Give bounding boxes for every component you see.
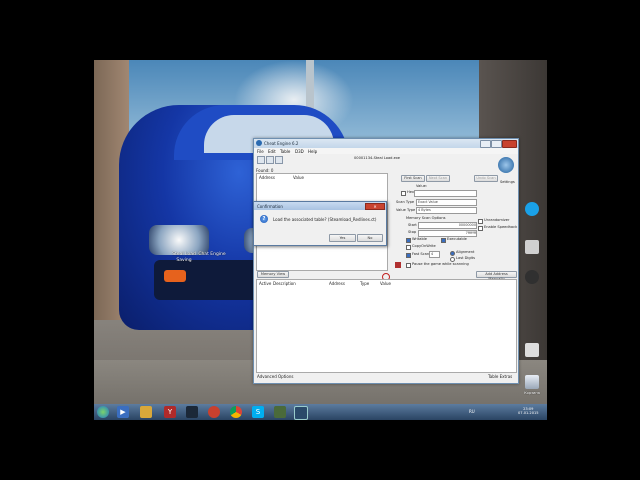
column-active[interactable]: Active	[259, 281, 271, 286]
pause-game-label: Pause the game while scanning	[412, 262, 469, 266]
value-input[interactable]	[414, 190, 477, 197]
menu-edit[interactable]: Edit	[268, 149, 276, 154]
app-icon[interactable]	[208, 406, 220, 418]
cheat-engine-icon	[256, 140, 262, 146]
copyonwrite-checkbox[interactable]	[406, 245, 411, 250]
advanced-options-link[interactable]: Advanced Options	[257, 374, 293, 379]
alignment-label: Alignment	[456, 250, 475, 254]
column-description[interactable]: Description	[273, 281, 296, 286]
cheat-engine-taskbar-icon[interactable]	[294, 406, 308, 420]
writable-checkbox[interactable]	[406, 238, 411, 243]
cheat-engine-window: Cheat Engine 6.2 File Edit Table D3D Hel…	[253, 138, 519, 384]
chrome-icon[interactable]	[230, 406, 242, 418]
open-process-icon[interactable]	[257, 156, 265, 164]
fast-scan-input[interactable]: 4	[429, 251, 440, 258]
recycle-bin-label: Корзина	[524, 391, 540, 395]
column-type[interactable]: Type	[360, 281, 369, 286]
copyonwrite-label: CopyOnWrite	[412, 244, 436, 248]
unrandomizer-label: Unrandomizer	[484, 218, 510, 222]
memory-view-button[interactable]: Memory View	[257, 271, 289, 278]
skype-desktop-icon[interactable]	[525, 202, 539, 216]
scan-type-label: Scan Type	[396, 200, 415, 204]
pause-game-checkbox[interactable]	[406, 263, 411, 268]
writable-label: Writable	[412, 237, 427, 241]
dialog-close-button[interactable]: ✕	[365, 203, 385, 210]
steam-icon[interactable]	[186, 406, 198, 418]
desktop-shortcut-label[interactable]: Steal Load	[172, 252, 196, 257]
dialog-message: Load the associated table? (Steamload_Re…	[273, 217, 377, 222]
explorer-icon[interactable]	[140, 406, 152, 418]
menu-table[interactable]: Table	[280, 149, 290, 154]
settings-label[interactable]: Settings	[500, 180, 515, 184]
stop-address-input[interactable]: 7fffffff	[418, 230, 477, 237]
executable-label: Executable	[447, 237, 467, 241]
desktop-app-icon[interactable]	[525, 270, 539, 284]
cheat-table-list[interactable]: Active Description Address Type Value	[256, 279, 517, 373]
question-icon: ?	[260, 215, 268, 223]
confirmation-dialog: Confirmation ✕ ? Load the associated tab…	[253, 201, 387, 246]
process-label: 00001134-Steal Load.exe	[354, 156, 400, 160]
taskbar: ▶ Y S RU 23:09 07.01.2015	[94, 404, 547, 420]
column-value[interactable]: Value	[293, 175, 304, 180]
media-player-icon[interactable]: ▶	[117, 406, 129, 418]
start-button[interactable]	[97, 406, 109, 418]
cheat-engine-logo-icon[interactable]	[498, 157, 514, 173]
speedhack-label: Enable Speedhack	[484, 225, 518, 229]
value-type-label: Value Type	[396, 208, 416, 212]
close-button[interactable]	[502, 140, 517, 148]
add-address-button[interactable]: Add Address Manually	[476, 271, 517, 281]
start-label: Start	[408, 223, 417, 227]
table-extras-link[interactable]: Table Extras	[488, 374, 512, 379]
last-digits-label: Last Digits	[456, 256, 475, 260]
memory-scan-options-label: Memory Scan Options	[406, 216, 446, 220]
pointer-scan-icon[interactable]	[395, 262, 401, 268]
scan-type-select[interactable]: Exact Value	[416, 199, 477, 206]
wallpaper-foglight	[164, 270, 186, 282]
fast-scan-label: Fast Scan	[412, 252, 430, 256]
recycle-bin-icon[interactable]	[525, 375, 539, 389]
desktop-file-icon[interactable]	[525, 343, 539, 357]
yandex-browser-icon[interactable]: Y	[164, 406, 176, 418]
yes-button[interactable]: Yes	[329, 234, 356, 242]
maximize-button[interactable]	[491, 140, 502, 148]
no-button[interactable]: No	[357, 234, 383, 242]
window-titlebar: Cheat Engine 6.2	[254, 139, 518, 148]
language-indicator[interactable]: RU	[469, 409, 475, 414]
window-title: Cheat Engine 6.2	[264, 141, 299, 146]
unrandomizer-checkbox[interactable]	[478, 219, 483, 224]
wallpaper-headlight	[149, 225, 209, 255]
start-address-input[interactable]: 00000000	[418, 222, 477, 229]
dialog-title: Confirmation	[257, 204, 283, 209]
column-value[interactable]: Value	[380, 281, 391, 286]
skype-icon[interactable]: S	[252, 406, 264, 418]
alignment-radio[interactable]	[450, 251, 455, 256]
system-clock[interactable]: 23:09 07.01.2015	[518, 407, 539, 415]
undo-scan-button[interactable]: Undo Scan	[474, 175, 498, 182]
menu-d3d[interactable]: D3D	[295, 149, 304, 154]
value-type-select[interactable]: 4 Bytes	[416, 207, 477, 214]
column-address[interactable]: Address	[329, 281, 345, 286]
column-address[interactable]: Address	[259, 175, 275, 180]
executable-checkbox[interactable]	[441, 238, 446, 243]
desktop-shortcut-label[interactable]: Saving	[174, 258, 194, 263]
value-label: Value:	[416, 184, 428, 188]
open-file-icon[interactable]	[266, 156, 274, 164]
first-scan-button[interactable]: First Scan	[401, 175, 425, 182]
hex-label: Hex	[407, 190, 414, 194]
stop-label: Stop	[408, 230, 417, 234]
menu-help[interactable]: Help	[308, 149, 317, 154]
next-scan-button[interactable]: Next Scan	[426, 175, 450, 182]
menu-bar: File Edit Table D3D Help	[254, 148, 518, 154]
menu-file[interactable]: File	[257, 149, 264, 154]
minimize-button[interactable]	[480, 140, 491, 148]
desktop-shortcut-label[interactable]: Chat Engine	[197, 252, 227, 257]
game-icon[interactable]	[274, 406, 286, 418]
speedhack-checkbox[interactable]	[478, 226, 483, 231]
save-icon[interactable]	[275, 156, 283, 164]
desktop-app-icon[interactable]	[525, 240, 539, 254]
clock-date: 07.01.2015	[518, 411, 539, 415]
dialog-titlebar: Confirmation ✕	[254, 202, 386, 210]
fast-scan-checkbox[interactable]	[406, 253, 411, 258]
hex-checkbox[interactable]	[401, 191, 406, 196]
